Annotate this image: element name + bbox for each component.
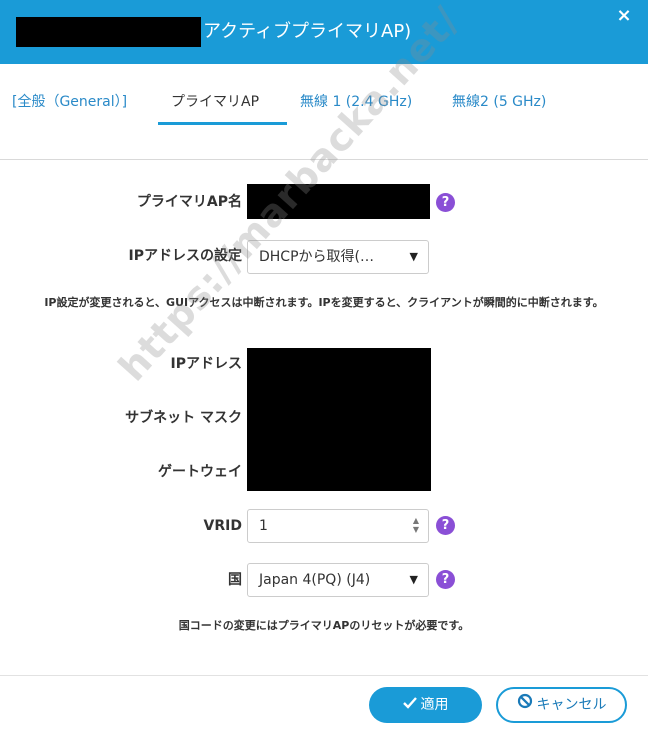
ip-setting-select[interactable]: DHCPから取得(… ▼	[247, 240, 429, 274]
tab-radio-2[interactable]: 無線2 (5 GHz)	[452, 92, 546, 112]
close-button[interactable]: ×	[612, 4, 636, 28]
ban-icon	[517, 689, 533, 721]
dialog-footer: 適用 キャンセル	[0, 675, 648, 733]
tab-bar: [全般（General）] プライマリAP 無線 1 (2.4 GHz) 無線2…	[0, 64, 648, 160]
country-select[interactable]: Japan 4(PQ) (J4) ▼	[247, 563, 429, 597]
cancel-button[interactable]: キャンセル	[496, 687, 627, 723]
apply-label: 適用	[420, 697, 449, 713]
active-tab-indicator	[158, 122, 287, 125]
tab-general[interactable]: [全般（General）]	[12, 92, 127, 112]
apply-button[interactable]: 適用	[369, 687, 482, 723]
check-icon	[402, 687, 417, 723]
country-label: 国	[228, 572, 242, 588]
vrid-value: 1	[259, 518, 268, 534]
redacted-title-block	[16, 17, 201, 47]
gateway-label: ゲートウェイ	[158, 464, 242, 480]
country-value: Japan 4(PQ) (J4)	[259, 572, 371, 588]
help-icon[interactable]: ?	[436, 516, 455, 535]
close-icon: ×	[616, 5, 632, 26]
vrid-input[interactable]: 1 ▲ ▼	[247, 509, 429, 543]
dialog-header: アクティブプライマリAP) ×	[0, 0, 648, 64]
tab-primary-ap[interactable]: プライマリAP	[171, 92, 259, 112]
dropdown-arrow-icon: ▼	[409, 250, 418, 263]
dialog-title: アクティブプライマリAP)	[203, 21, 412, 42]
dropdown-arrow-icon: ▼	[409, 573, 418, 586]
ip-setting-label: IPアドレスの設定	[128, 248, 242, 264]
primary-ap-name-label: プライマリAP名	[136, 194, 242, 210]
ip-setting-value: DHCPから取得(…	[259, 249, 374, 265]
help-icon[interactable]: ?	[436, 570, 455, 589]
ip-address-label: IPアドレス	[170, 356, 242, 372]
cancel-label: キャンセル	[536, 697, 607, 713]
tab-radio-1[interactable]: 無線 1 (2.4 GHz)	[300, 92, 412, 112]
subnet-mask-label: サブネット マスク	[125, 410, 242, 426]
country-change-notice: 国コードの変更にはプライマリAPのリセットが必要です。	[178, 619, 470, 632]
primary-ap-name-field[interactable]	[247, 184, 430, 219]
vrid-label: VRID	[203, 518, 242, 534]
redacted-ip-fields[interactable]	[247, 348, 431, 491]
ip-change-notice: IP設定が変更されると、GUIアクセスは中断されます。IPを変更すると、クライア…	[44, 296, 604, 309]
help-icon[interactable]: ?	[436, 193, 455, 212]
spinner-icon[interactable]: ▲ ▼	[410, 516, 422, 536]
